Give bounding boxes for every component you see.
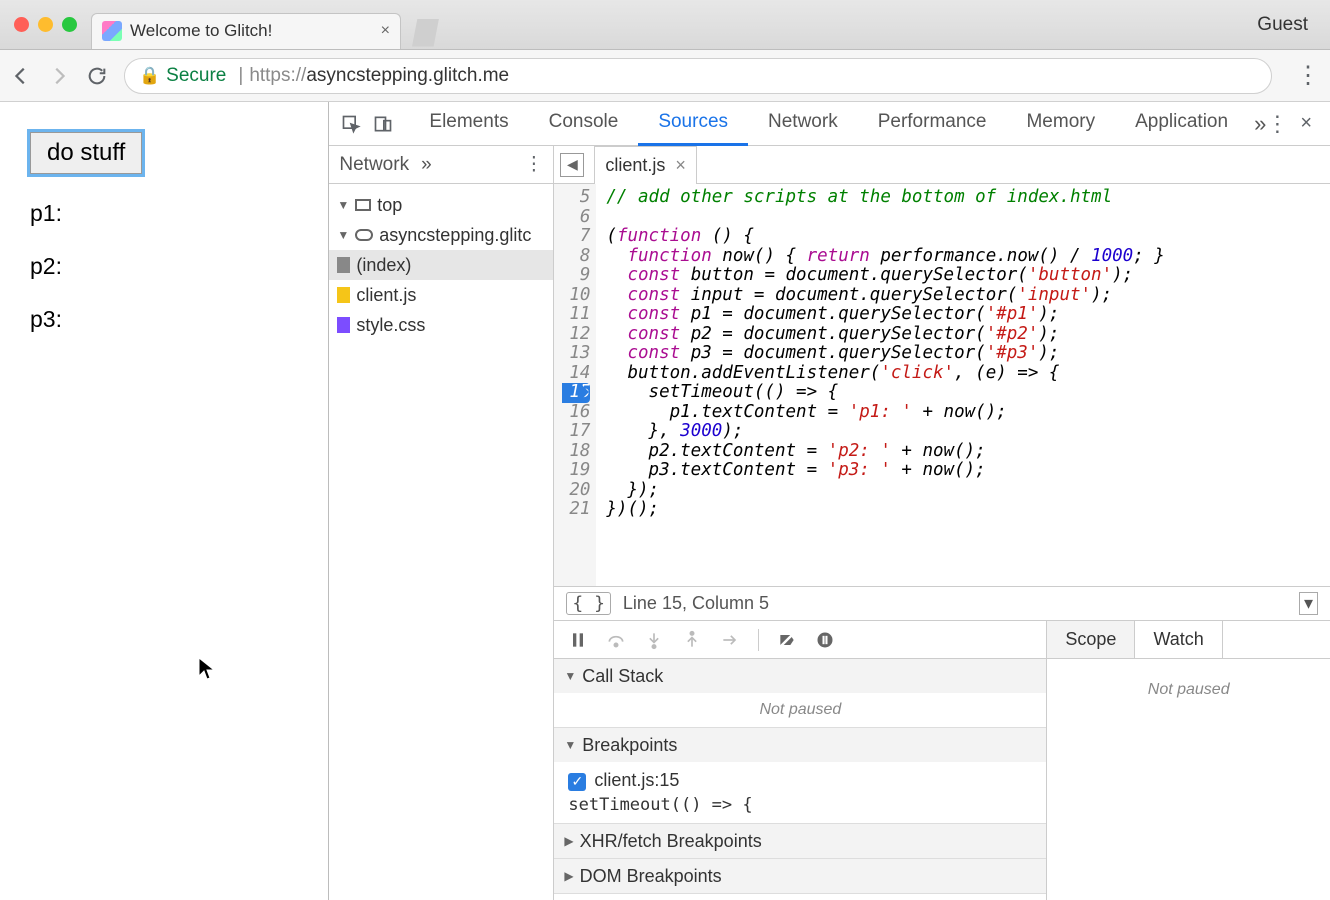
pretty-print-icon[interactable]: { } bbox=[566, 592, 611, 615]
step-icon[interactable] bbox=[720, 630, 740, 650]
devtools-tabbar: Elements Console Sources Network Perform… bbox=[329, 102, 1330, 146]
toolbar: 🔒 Secure | https://asyncstepping.glitch.… bbox=[0, 50, 1330, 102]
toggle-details-icon[interactable]: ▾ bbox=[1299, 592, 1318, 615]
tab-console[interactable]: Console bbox=[529, 101, 639, 146]
devtools: Elements Console Sources Network Perform… bbox=[329, 102, 1330, 900]
secure-label: Secure bbox=[166, 65, 226, 87]
inspect-element-icon[interactable] bbox=[335, 114, 367, 134]
section-dom-breakpoints[interactable]: ▶DOM Breakpoints bbox=[554, 859, 1046, 893]
section-xhr-breakpoints[interactable]: ▶XHR/fetch Breakpoints bbox=[554, 824, 1046, 858]
url-host: asyncstepping.glitch.me bbox=[306, 65, 509, 87]
window-titlebar: Welcome to Glitch! × Guest bbox=[0, 0, 1330, 50]
pause-icon[interactable] bbox=[568, 630, 588, 650]
chrome-menu-icon[interactable]: ⋮ bbox=[1296, 61, 1320, 90]
new-tab-button[interactable] bbox=[409, 19, 439, 47]
tab-sources[interactable]: Sources bbox=[638, 101, 748, 146]
deactivate-breakpoints-icon[interactable] bbox=[777, 630, 797, 650]
section-breakpoints[interactable]: ▼Breakpoints bbox=[554, 728, 1046, 762]
browser-tab-title: Welcome to Glitch! bbox=[130, 21, 272, 41]
p1-label: p1: bbox=[30, 200, 298, 227]
breakpoint-snippet: setTimeout(() => { bbox=[568, 795, 1032, 815]
device-toggle-icon[interactable] bbox=[367, 114, 399, 134]
reload-button[interactable] bbox=[86, 65, 108, 87]
page-preview: do stuff p1: p2: p3: bbox=[0, 102, 329, 900]
sources-navigator: Network » ⋮ ▼top ▼asyncstepping.glitc (i… bbox=[329, 146, 554, 900]
lock-icon: 🔒 bbox=[139, 66, 160, 86]
file-icon bbox=[337, 287, 350, 303]
do-stuff-button[interactable]: do stuff bbox=[30, 132, 142, 174]
address-bar[interactable]: 🔒 Secure | https://asyncstepping.glitch.… bbox=[124, 58, 1272, 94]
devtools-close-icon[interactable]: × bbox=[1300, 112, 1312, 135]
devtools-menu-icon[interactable]: ⋮ bbox=[1266, 111, 1288, 137]
step-out-icon[interactable] bbox=[682, 630, 702, 650]
tab-scope[interactable]: Scope bbox=[1047, 621, 1135, 658]
tab-network[interactable]: Network bbox=[748, 101, 858, 146]
scope-empty: Not paused bbox=[1047, 673, 1330, 707]
profile-label[interactable]: Guest bbox=[1257, 14, 1308, 36]
toggle-navigator-icon[interactable]: ◀ bbox=[560, 153, 584, 177]
tab-memory[interactable]: Memory bbox=[1006, 101, 1115, 146]
close-window-icon[interactable] bbox=[14, 17, 29, 32]
editor-status: { } Line 15, Column 5 ▾ bbox=[554, 586, 1330, 620]
step-over-icon[interactable] bbox=[606, 630, 626, 650]
section-call-stack[interactable]: ▼Call Stack bbox=[554, 659, 1046, 693]
code-editor[interactable]: 56789101112131415161718192021 // add oth… bbox=[554, 184, 1330, 586]
tab-performance[interactable]: Performance bbox=[858, 101, 1007, 146]
tab-elements[interactable]: Elements bbox=[409, 101, 528, 146]
favicon-icon bbox=[102, 21, 122, 41]
maximize-window-icon[interactable] bbox=[62, 17, 77, 32]
url-scheme: https:// bbox=[249, 65, 306, 87]
tabs-overflow-icon[interactable]: » bbox=[1254, 111, 1266, 137]
cursor-position: Line 15, Column 5 bbox=[623, 593, 769, 613]
tree-file-client[interactable]: client.js bbox=[329, 280, 553, 310]
navigator-overflow-icon[interactable]: » bbox=[421, 154, 432, 176]
url-separator: | bbox=[238, 65, 243, 87]
close-tab-icon[interactable]: × bbox=[381, 22, 390, 40]
traffic-lights bbox=[14, 17, 77, 32]
tab-application[interactable]: Application bbox=[1115, 101, 1248, 146]
minimize-window-icon[interactable] bbox=[38, 17, 53, 32]
tab-watch[interactable]: Watch bbox=[1135, 621, 1222, 658]
tree-file-style[interactable]: style.css bbox=[329, 310, 553, 340]
navigator-menu-icon[interactable]: ⋮ bbox=[524, 153, 543, 176]
file-icon bbox=[337, 317, 350, 333]
editor-tab-client[interactable]: client.js× bbox=[594, 146, 697, 184]
cloud-icon bbox=[355, 229, 373, 241]
cursor-icon bbox=[198, 657, 216, 681]
call-stack-empty: Not paused bbox=[554, 693, 1046, 727]
p2-label: p2: bbox=[30, 253, 298, 280]
pause-on-exceptions-icon[interactable] bbox=[815, 630, 835, 650]
tree-file-index[interactable]: (index) bbox=[329, 250, 553, 280]
debugger-drawer: ▼Call Stack Not paused ▼Breakpoints ✓cli… bbox=[554, 620, 1330, 900]
debugger-toolbar bbox=[554, 621, 1046, 659]
forward-button[interactable] bbox=[48, 65, 70, 87]
tree-top[interactable]: ▼top bbox=[329, 190, 553, 220]
breakpoint-checkbox-icon[interactable]: ✓ bbox=[568, 773, 586, 791]
step-into-icon[interactable] bbox=[644, 630, 664, 650]
navigator-mode[interactable]: Network bbox=[339, 154, 409, 176]
breakpoint-row[interactable]: ✓client.js:15 setTimeout(() => { bbox=[554, 762, 1046, 823]
browser-tab[interactable]: Welcome to Glitch! × bbox=[91, 13, 401, 49]
file-icon bbox=[337, 257, 350, 273]
p3-label: p3: bbox=[30, 306, 298, 333]
frame-icon bbox=[355, 199, 371, 211]
editor-area: ◀ client.js× 567891011121314151617181920… bbox=[554, 146, 1330, 900]
back-button[interactable] bbox=[10, 65, 32, 87]
tree-origin[interactable]: ▼asyncstepping.glitc bbox=[329, 220, 553, 250]
close-editor-tab-icon[interactable]: × bbox=[675, 155, 686, 176]
